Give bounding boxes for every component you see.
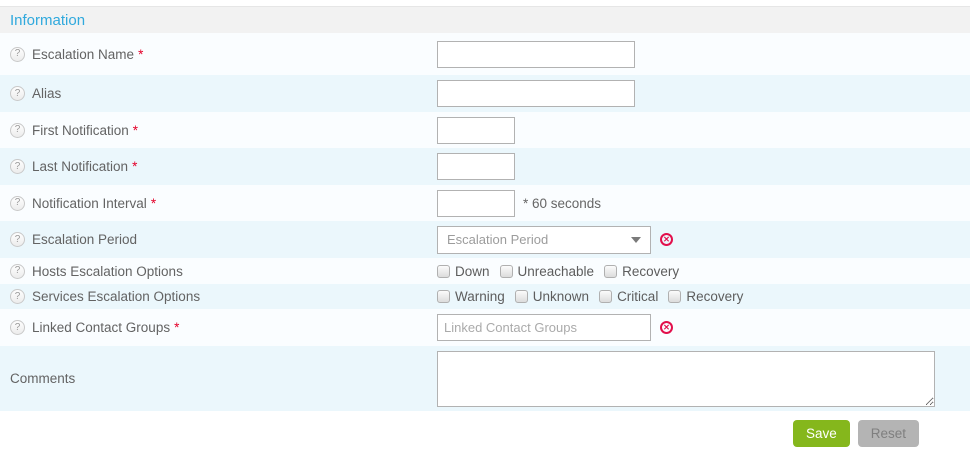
unreachable-checkbox[interactable]	[500, 265, 513, 278]
service-recovery-checkbox-label: Recovery	[686, 289, 743, 304]
alias-label: Alias	[32, 86, 61, 101]
help-icon[interactable]: ?	[10, 289, 25, 304]
save-button[interactable]: Save	[793, 420, 850, 447]
linked-contact-groups-input[interactable]	[437, 314, 651, 341]
section-header: Information	[0, 6, 970, 33]
escalation-name-label: Escalation Name	[32, 47, 134, 62]
hosts-options-label-cell: ? Hosts Escalation Options	[0, 264, 437, 279]
checkbox-item-host-recovery: Recovery	[604, 264, 679, 279]
notification-interval-input[interactable]	[437, 190, 515, 217]
row-services-escalation-options: ? Services Escalation Options Warning Un…	[0, 284, 970, 309]
help-icon[interactable]: ?	[10, 196, 25, 211]
services-options-label: Services Escalation Options	[32, 289, 200, 304]
host-recovery-checkbox[interactable]	[604, 265, 617, 278]
row-last-notification: ? Last Notification *	[0, 148, 970, 185]
service-recovery-checkbox[interactable]	[668, 290, 681, 303]
required-asterisk: *	[138, 47, 143, 62]
escalation-period-label: Escalation Period	[32, 232, 137, 247]
row-alias: ? Alias	[0, 75, 970, 112]
row-linked-contact-groups: ? Linked Contact Groups * ✕	[0, 309, 970, 346]
help-icon[interactable]: ?	[10, 320, 25, 335]
row-notification-interval: ? Notification Interval * * 60 seconds	[0, 185, 970, 221]
section-title: Information	[10, 12, 85, 29]
checkbox-item-warning: Warning	[437, 289, 505, 304]
help-icon[interactable]: ?	[10, 232, 25, 247]
row-first-notification: ? First Notification *	[0, 112, 970, 148]
chevron-down-icon	[631, 237, 641, 243]
comments-textarea[interactable]	[437, 351, 935, 407]
comments-label-cell: Comments	[0, 371, 437, 386]
escalation-period-selected-value: Escalation Period	[447, 232, 548, 247]
checkbox-item-unknown: Unknown	[515, 289, 589, 304]
help-icon[interactable]: ?	[10, 47, 25, 62]
row-hosts-escalation-options: ? Hosts Escalation Options Down Unreacha…	[0, 258, 970, 284]
row-comments: Comments	[0, 346, 970, 411]
unknown-checkbox[interactable]	[515, 290, 528, 303]
hosts-options-label: Hosts Escalation Options	[32, 264, 183, 279]
linked-contact-groups-label-cell: ? Linked Contact Groups *	[0, 320, 437, 335]
required-asterisk: *	[174, 320, 179, 335]
alias-label-cell: ? Alias	[0, 86, 437, 101]
last-notification-label: Last Notification	[32, 159, 128, 174]
first-notification-input[interactable]	[437, 117, 515, 144]
alias-input[interactable]	[437, 80, 635, 107]
critical-checkbox-label: Critical	[617, 289, 658, 304]
required-asterisk: *	[133, 123, 138, 138]
checkbox-item-down: Down	[437, 264, 490, 279]
linked-contact-groups-label: Linked Contact Groups	[32, 320, 170, 335]
interval-unit-hint: * 60 seconds	[523, 196, 601, 211]
help-icon[interactable]: ?	[10, 123, 25, 138]
unreachable-checkbox-label: Unreachable	[518, 264, 595, 279]
checkbox-item-critical: Critical	[599, 289, 658, 304]
critical-checkbox[interactable]	[599, 290, 612, 303]
escalation-form: Information ? Escalation Name * ? Alias …	[0, 0, 970, 447]
down-checkbox[interactable]	[437, 265, 450, 278]
required-asterisk: *	[151, 196, 156, 211]
first-notification-label: First Notification	[32, 123, 129, 138]
escalation-name-input[interactable]	[437, 41, 635, 68]
help-icon[interactable]: ?	[10, 86, 25, 101]
services-options-label-cell: ? Services Escalation Options	[0, 289, 437, 304]
escalation-name-label-cell: ? Escalation Name *	[0, 47, 437, 62]
reset-button[interactable]: Reset	[858, 420, 919, 447]
clear-linked-contact-groups-icon[interactable]: ✕	[660, 321, 673, 334]
last-notification-label-cell: ? Last Notification *	[0, 159, 437, 174]
checkbox-item-unreachable: Unreachable	[500, 264, 595, 279]
row-escalation-period: ? Escalation Period Escalation Period ✕	[0, 221, 970, 258]
warning-checkbox[interactable]	[437, 290, 450, 303]
row-escalation-name: ? Escalation Name *	[0, 33, 970, 75]
escalation-period-select[interactable]: Escalation Period	[437, 226, 651, 254]
form-actions: Save Reset	[0, 411, 970, 447]
last-notification-input[interactable]	[437, 153, 515, 180]
required-asterisk: *	[132, 159, 137, 174]
escalation-period-label-cell: ? Escalation Period	[0, 232, 437, 247]
first-notification-label-cell: ? First Notification *	[0, 123, 437, 138]
host-recovery-checkbox-label: Recovery	[622, 264, 679, 279]
notification-interval-label-cell: ? Notification Interval *	[0, 196, 437, 211]
notification-interval-label: Notification Interval	[32, 196, 147, 211]
help-icon[interactable]: ?	[10, 264, 25, 279]
clear-escalation-period-icon[interactable]: ✕	[660, 233, 673, 246]
checkbox-item-service-recovery: Recovery	[668, 289, 743, 304]
help-icon[interactable]: ?	[10, 159, 25, 174]
unknown-checkbox-label: Unknown	[533, 289, 589, 304]
warning-checkbox-label: Warning	[455, 289, 505, 304]
comments-label: Comments	[10, 371, 75, 386]
down-checkbox-label: Down	[455, 264, 490, 279]
